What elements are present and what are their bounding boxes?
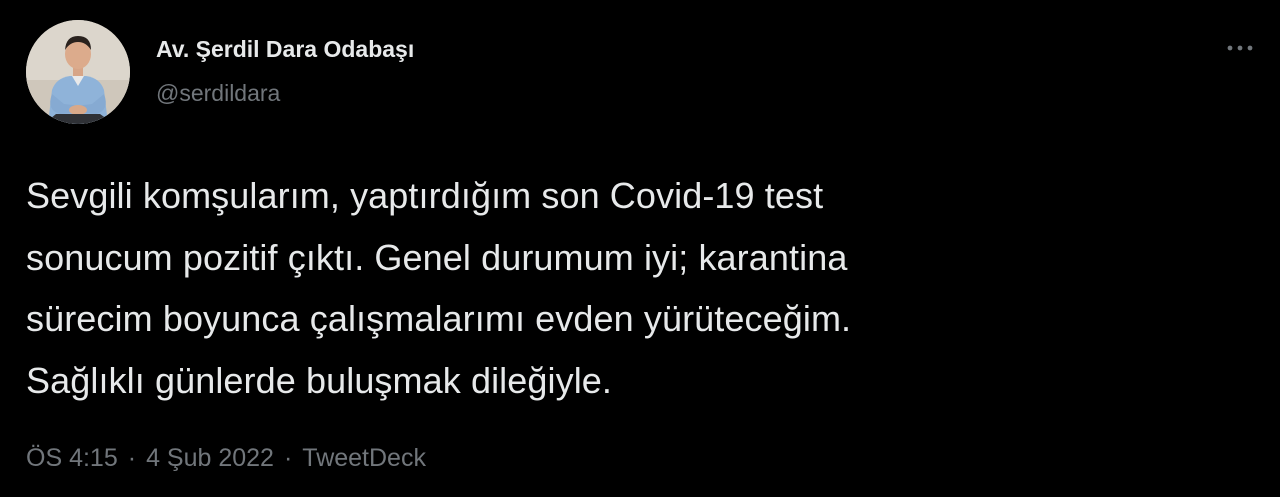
tweet-date-link[interactable]: 4 Şub 2022 xyxy=(146,444,274,473)
tweet-metadata: ÖS 4:15 · 4 Şub 2022 · TweetDeck xyxy=(26,444,426,473)
tweet-time-link[interactable]: ÖS 4:15 xyxy=(26,444,118,473)
tweet-source-link[interactable]: TweetDeck xyxy=(302,444,426,473)
tweet-text: Sevgili komşularım, yaptırdığım son Covi… xyxy=(26,165,1226,411)
more-horizontal-icon xyxy=(1227,45,1253,51)
meta-separator: · xyxy=(283,444,293,472)
avatar[interactable] xyxy=(26,20,130,124)
more-options-button[interactable] xyxy=(1222,30,1258,66)
author-handle[interactable]: @serdildara xyxy=(156,80,280,107)
meta-separator: · xyxy=(127,444,137,472)
avatar-image xyxy=(26,20,130,124)
tweet-text-line: Sevgili komşularım, yaptırdığım son Covi… xyxy=(26,175,824,216)
tweet-card: Av. Şerdil Dara Odabaşı @serdildara Sevg… xyxy=(0,0,1280,497)
author-display-name[interactable]: Av. Şerdil Dara Odabaşı xyxy=(156,36,414,63)
tweet-text-line: Sağlıklı günlerde buluşmak dileğiyle. xyxy=(26,359,613,401)
tweet-text-line: sonucum pozitif çıktı. Genel durumum iyi… xyxy=(26,236,848,278)
tweet-text-line: sürecim boyunca çalışmalarımı evden yürü… xyxy=(26,298,852,339)
